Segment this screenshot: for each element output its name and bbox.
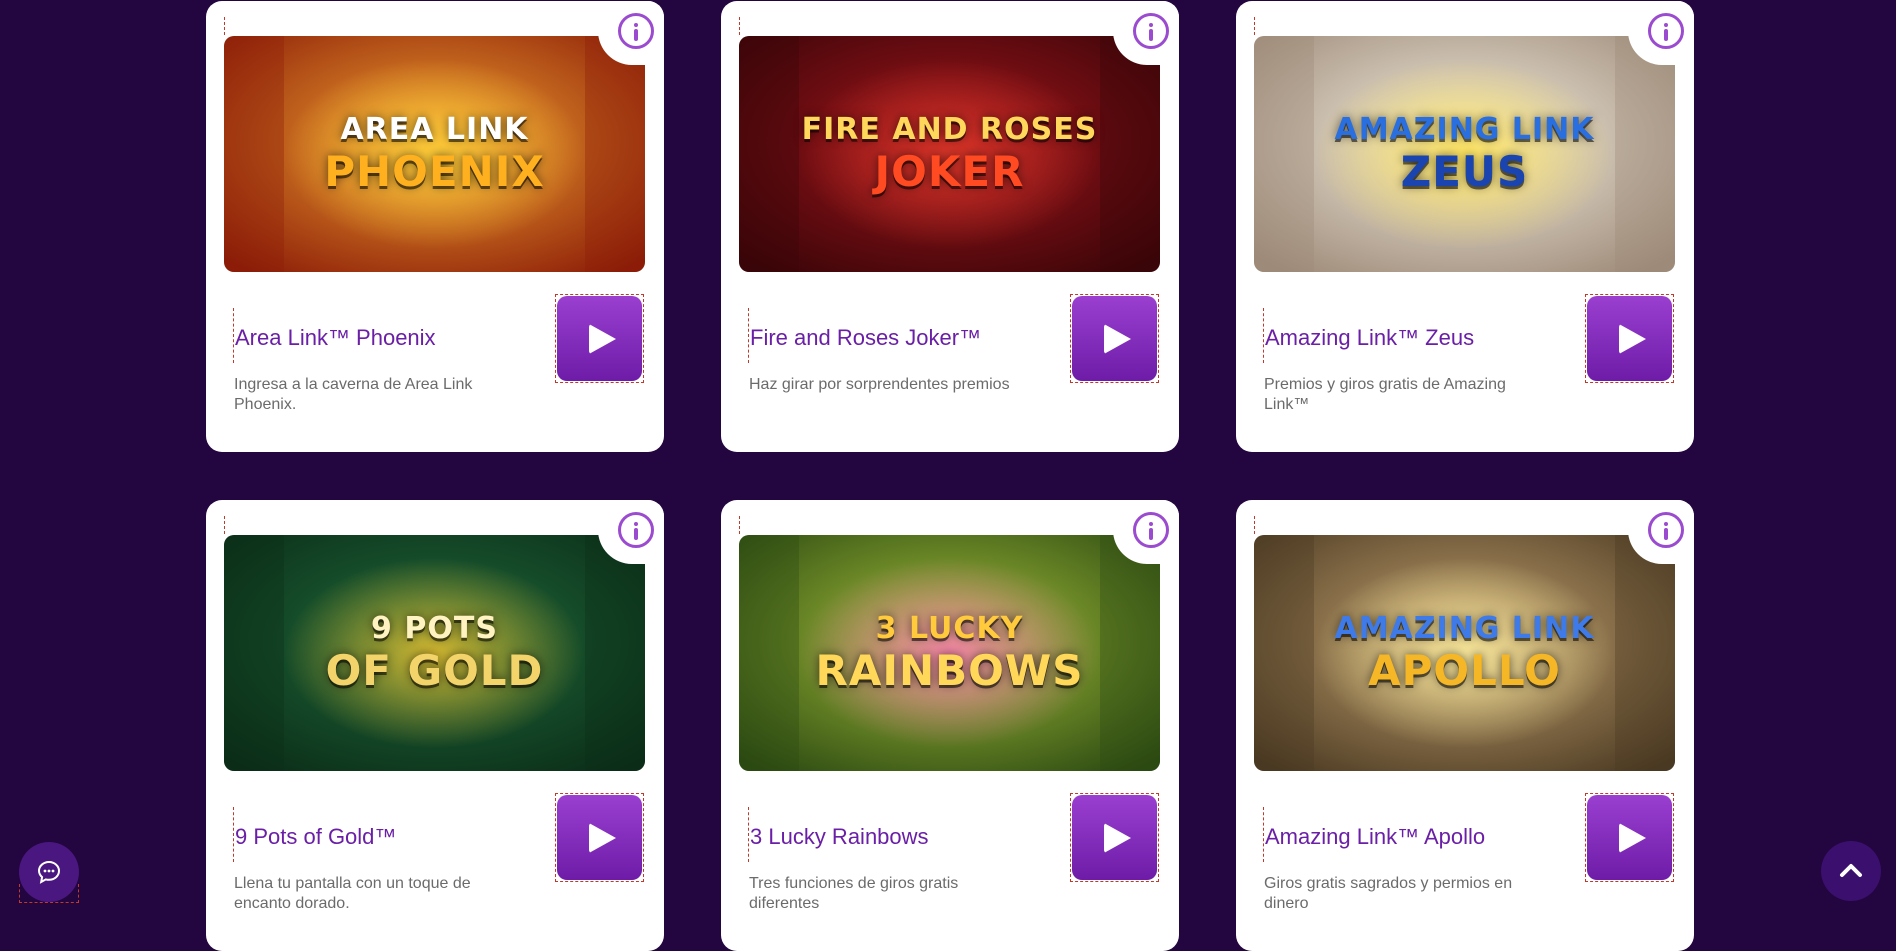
game-art-title: AMAZING LINK ZEUS <box>1254 115 1675 193</box>
game-title[interactable]: 9 Pots of Gold™ <box>235 824 396 862</box>
play-button[interactable] <box>1585 294 1674 383</box>
focus-marker <box>739 17 740 35</box>
focus-marker <box>224 17 225 35</box>
game-title[interactable]: Area Link™ Phoenix <box>235 325 436 363</box>
game-description: Tres funciones de giros gratis diferente… <box>749 875 959 912</box>
chat-button-outline <box>19 884 79 903</box>
game-art-title: 9 POTS OF GOLD <box>224 614 645 692</box>
play-button[interactable] <box>555 793 644 882</box>
game-description: Giros gratis sagrados y permios en diner… <box>1264 875 1513 912</box>
game-card: FIRE AND ROSES JOKER Fire and Roses Joke… <box>721 1 1179 452</box>
game-thumbnail[interactable]: 9 POTS OF GOLD <box>224 535 645 771</box>
game-thumbnail[interactable]: AMAZING LINK ZEUS <box>1254 36 1675 272</box>
game-card: 9 POTS OF GOLD 9 Pots of Gold™ Llena tu … <box>206 500 664 951</box>
title-container: Fire and Roses Joker™ <box>748 308 981 363</box>
art-title-line1: FIRE AND ROSES <box>801 112 1098 147</box>
info-corner <box>1113 1 1179 65</box>
game-card: AREA LINK PHOENIX Area Link™ Phoenix Ing… <box>206 1 664 452</box>
game-art-title: 3 LUCKY RAINBOWS <box>739 614 1160 692</box>
focus-marker <box>1254 516 1255 534</box>
art-title-line2: JOKER <box>874 147 1025 196</box>
art-title-line2: RAINBOWS <box>815 646 1084 695</box>
game-art-title: AMAZING LINK APOLLO <box>1254 614 1675 692</box>
art-title-line1: 9 POTS <box>371 611 498 646</box>
title-container: Amazing Link™ Zeus <box>1263 308 1474 363</box>
info-corner <box>598 500 664 564</box>
info-icon[interactable] <box>1648 13 1684 49</box>
play-icon <box>589 822 616 853</box>
play-icon <box>1619 822 1646 853</box>
games-grid: AREA LINK PHOENIX Area Link™ Phoenix Ing… <box>206 0 1694 951</box>
game-title[interactable]: 3 Lucky Rainbows <box>750 824 929 862</box>
game-description: Ingresa a la caverna de Area Link Phoeni… <box>234 376 473 413</box>
info-corner <box>1113 500 1179 564</box>
game-description: Premios y giros gratis de Amazing Link™ <box>1264 376 1506 413</box>
info-corner <box>598 1 664 65</box>
art-title-line1: AMAZING LINK <box>1334 611 1595 646</box>
game-title[interactable]: Fire and Roses Joker™ <box>750 325 981 363</box>
title-container: 3 Lucky Rainbows <box>748 807 929 862</box>
scroll-to-top-button[interactable] <box>1821 841 1881 901</box>
art-title-line2: OF GOLD <box>325 646 544 695</box>
title-container: 9 Pots of Gold™ <box>233 807 396 862</box>
game-art-title: AREA LINK PHOENIX <box>224 115 645 193</box>
art-title-line2: PHOENIX <box>324 147 545 196</box>
game-card: 3 LUCKY RAINBOWS 3 Lucky Rainbows Tres f… <box>721 500 1179 951</box>
game-thumbnail[interactable]: 3 LUCKY RAINBOWS <box>739 535 1160 771</box>
chat-bubble-icon <box>37 860 61 884</box>
play-icon <box>1104 323 1131 354</box>
chevron-up-icon <box>1840 864 1862 877</box>
game-title[interactable]: Amazing Link™ Zeus <box>1265 325 1474 363</box>
focus-marker <box>1254 17 1255 35</box>
focus-marker <box>739 516 740 534</box>
game-card: AMAZING LINK APOLLO Amazing Link™ Apollo… <box>1236 500 1694 951</box>
game-description: Llena tu pantalla con un toque de encant… <box>234 875 471 912</box>
info-icon[interactable] <box>1133 13 1169 49</box>
play-icon <box>1104 822 1131 853</box>
focus-marker <box>224 516 225 534</box>
info-icon[interactable] <box>1133 512 1169 548</box>
art-title-line1: 3 LUCKY <box>875 611 1024 646</box>
game-description: Haz girar por sorprendentes premios <box>749 376 1010 393</box>
game-title[interactable]: Amazing Link™ Apollo <box>1265 824 1485 862</box>
title-container: Amazing Link™ Apollo <box>1263 807 1485 862</box>
art-title-line2: ZEUS <box>1400 147 1529 196</box>
art-title-line2: APOLLO <box>1368 646 1561 695</box>
play-button[interactable] <box>1070 294 1159 383</box>
play-icon <box>589 323 616 354</box>
info-icon[interactable] <box>1648 512 1684 548</box>
play-button[interactable] <box>1070 793 1159 882</box>
play-icon <box>1619 323 1646 354</box>
game-thumbnail[interactable]: AMAZING LINK APOLLO <box>1254 535 1675 771</box>
info-corner <box>1628 1 1694 65</box>
info-icon[interactable] <box>618 13 654 49</box>
art-title-line1: AREA LINK <box>340 112 529 147</box>
game-thumbnail[interactable]: AREA LINK PHOENIX <box>224 36 645 272</box>
info-icon[interactable] <box>618 512 654 548</box>
game-card: AMAZING LINK ZEUS Amazing Link™ Zeus Pre… <box>1236 1 1694 452</box>
game-art-title: FIRE AND ROSES JOKER <box>739 115 1160 193</box>
play-button[interactable] <box>555 294 644 383</box>
game-thumbnail[interactable]: FIRE AND ROSES JOKER <box>739 36 1160 272</box>
info-corner <box>1628 500 1694 564</box>
art-title-line1: AMAZING LINK <box>1334 112 1595 147</box>
play-button[interactable] <box>1585 793 1674 882</box>
title-container: Area Link™ Phoenix <box>233 308 436 363</box>
